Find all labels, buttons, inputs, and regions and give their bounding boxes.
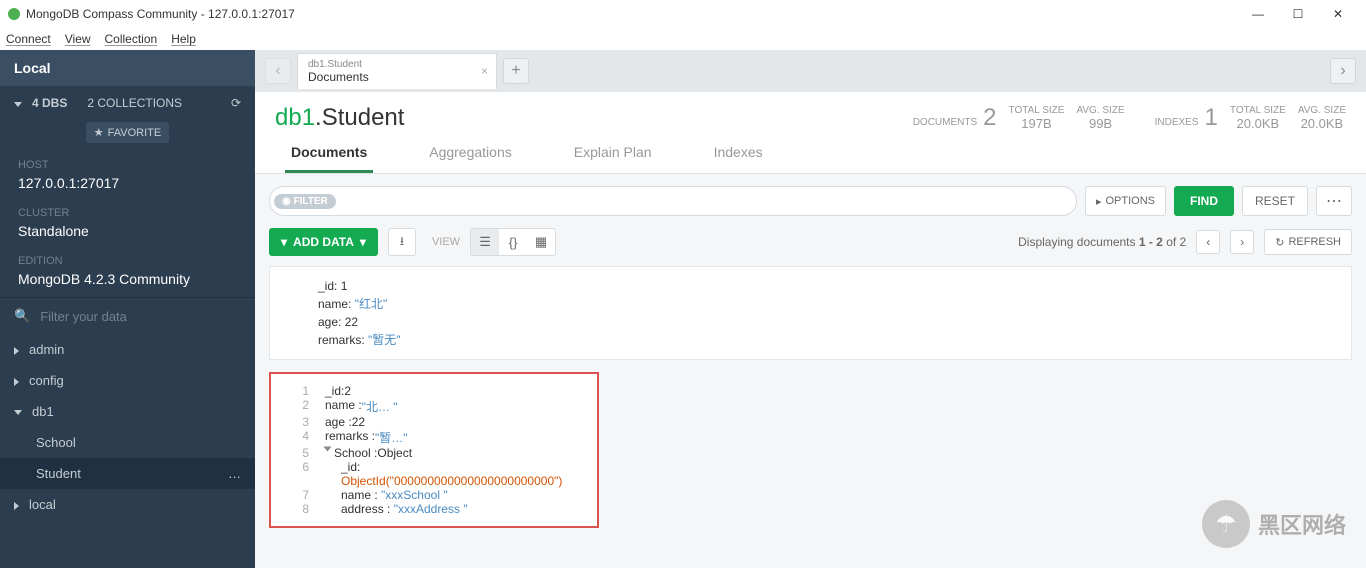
- page-next[interactable]: ›: [1230, 230, 1254, 254]
- tab-forward[interactable]: ›: [1330, 58, 1356, 84]
- host-label: HOST: [18, 159, 237, 171]
- tabbar: ‹ db1.Student Documents × + ›: [255, 50, 1366, 92]
- indexes-count: 1: [1205, 104, 1218, 132]
- documents-list: _id: 1 name: "红北" age: 22 remarks: "暂无" …: [255, 266, 1366, 568]
- filter-input[interactable]: [40, 309, 241, 324]
- document-card[interactable]: _id: 1 name: "红北" age: 22 remarks: "暂无": [269, 266, 1352, 360]
- reset-button[interactable]: RESET: [1242, 186, 1308, 216]
- menu-view[interactable]: View: [65, 32, 91, 46]
- collection-student[interactable]: Student…: [0, 458, 255, 489]
- refresh-button[interactable]: ↻ REFRESH: [1264, 229, 1352, 255]
- chevron-down-icon: [14, 102, 22, 107]
- document-card-editing[interactable]: 1_id: 2 2name : "北… " 3age : 22 4remarks…: [269, 372, 599, 528]
- search-icon: 🔍: [14, 308, 30, 324]
- db-item-db1[interactable]: db1: [0, 396, 255, 427]
- avg-size: 99B: [1089, 116, 1112, 131]
- sidebar-search[interactable]: 🔍: [0, 297, 255, 334]
- chevron-right-icon: [14, 347, 19, 355]
- tab-active[interactable]: db1.Student Documents ×: [297, 53, 497, 89]
- total-size: 197B: [1021, 116, 1051, 131]
- host-value: 127.0.0.1:27017: [18, 175, 237, 191]
- content-area: ‹ db1.Student Documents × + › db1.Studen…: [255, 50, 1366, 568]
- view-label: VIEW: [432, 236, 460, 248]
- chevron-down-icon: [14, 410, 22, 415]
- db-item-local[interactable]: local: [0, 489, 255, 520]
- filter-bar: ◉ FILTER ▸ OPTIONS FIND RESET ⋯: [255, 174, 1366, 228]
- dbs-count: 4 DBS: [32, 96, 67, 110]
- expand-icon[interactable]: [324, 447, 332, 452]
- close-icon[interactable]: ×: [481, 64, 488, 78]
- add-data-button[interactable]: ▾ ADD DATA ▾: [269, 228, 378, 256]
- db-item-admin[interactable]: admin: [0, 334, 255, 365]
- window-close[interactable]: ✕: [1318, 0, 1358, 28]
- edition-value: MongoDB 4.2.3 Community: [18, 271, 237, 287]
- watermark-icon: ☂: [1202, 500, 1250, 548]
- menu-help[interactable]: Help: [171, 32, 196, 46]
- view-json-icon[interactable]: {}: [499, 229, 527, 255]
- window-maximize[interactable]: ☐: [1278, 0, 1318, 28]
- subtab-indexes[interactable]: Indexes: [708, 144, 769, 173]
- subtab-aggregations[interactable]: Aggregations: [423, 144, 518, 173]
- edition-label: EDITION: [18, 255, 237, 267]
- refresh-icon[interactable]: ⟳: [231, 96, 241, 110]
- favorite-button[interactable]: ★ FAVORITE: [86, 122, 169, 143]
- collections-count: 2 COLLECTIONS: [87, 96, 182, 110]
- toolbar: ▾ ADD DATA ▾ ⭳ VIEW ☰ {} ▦ Displaying do…: [255, 228, 1366, 266]
- idx-total-size: 20.0KB: [1237, 116, 1280, 131]
- tab-section: Documents: [308, 70, 486, 84]
- window-titlebar: MongoDB Compass Community - 127.0.0.1:27…: [0, 0, 1366, 28]
- tab-back[interactable]: ‹: [265, 58, 291, 84]
- find-button[interactable]: FIND: [1174, 186, 1234, 216]
- watermark-text: 黑区网络: [1258, 508, 1346, 540]
- subtab-explain[interactable]: Explain Plan: [568, 144, 658, 173]
- subtabs: Documents Aggregations Explain Plan Inde…: [255, 132, 1366, 174]
- sidebar-header: Local: [0, 50, 255, 86]
- db-item-config[interactable]: config: [0, 365, 255, 396]
- filter-query-input[interactable]: ◉ FILTER: [269, 186, 1077, 216]
- page-prev[interactable]: ‹: [1196, 230, 1220, 254]
- cluster-label: CLUSTER: [18, 207, 237, 219]
- app-icon: [8, 8, 20, 20]
- pagination: Displaying documents 1 - 2 of 2 ‹ › ↻ RE…: [1018, 229, 1352, 255]
- more-options[interactable]: ⋯: [1316, 186, 1352, 216]
- subtab-documents[interactable]: Documents: [285, 144, 373, 173]
- tab-namespace: db1.Student: [308, 59, 486, 70]
- more-icon[interactable]: …: [228, 466, 241, 481]
- chevron-right-icon: [14, 378, 19, 386]
- filter-pill: ◉ FILTER: [274, 194, 336, 209]
- options-button[interactable]: ▸ OPTIONS: [1085, 186, 1166, 216]
- chevron-right-icon: [14, 502, 19, 510]
- menubar: Connect View Collection Help: [0, 28, 1366, 50]
- cluster-value: Standalone: [18, 223, 237, 239]
- sidebar: Local 4 DBS 2 COLLECTIONS ⟳ ★ FAVORITE H…: [0, 50, 255, 568]
- idx-avg-size: 20.0KB: [1301, 116, 1344, 131]
- namespace-title: db1.Student: [275, 104, 404, 132]
- view-list-icon[interactable]: ☰: [471, 229, 499, 255]
- menu-collection[interactable]: Collection: [105, 32, 158, 46]
- documents-count: 2: [983, 104, 996, 132]
- menu-connect[interactable]: Connect: [6, 32, 51, 46]
- tab-add[interactable]: +: [503, 58, 529, 84]
- window-minimize[interactable]: —: [1238, 0, 1278, 28]
- watermark: ☂ 黑区网络: [1202, 500, 1346, 548]
- dbs-summary-row[interactable]: 4 DBS 2 COLLECTIONS ⟳: [0, 86, 255, 120]
- export-icon[interactable]: ⭳: [388, 228, 416, 256]
- view-table-icon[interactable]: ▦: [527, 229, 555, 255]
- collection-school[interactable]: School: [0, 427, 255, 458]
- window-title: MongoDB Compass Community - 127.0.0.1:27…: [26, 7, 295, 21]
- collection-header: db1.Student DOCUMENTS2 TOTAL SIZE197B AV…: [255, 92, 1366, 132]
